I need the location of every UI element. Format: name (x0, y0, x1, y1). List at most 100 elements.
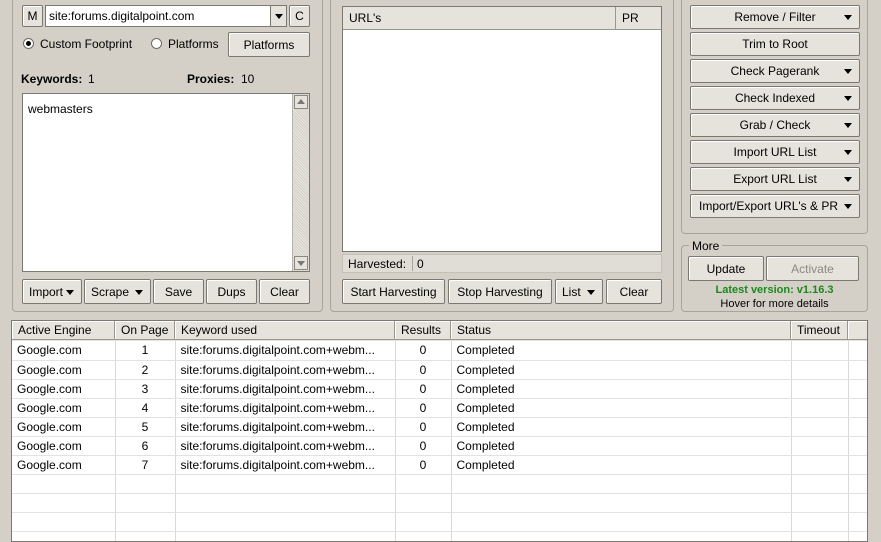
keywords-text: webmasters (28, 102, 93, 116)
url-column-label: URL's (349, 11, 382, 25)
col-header-label: Status (457, 323, 492, 337)
chevron-down-icon (844, 204, 852, 209)
col-header-status[interactable]: Status (451, 321, 791, 340)
engines-table[interactable]: Active Engine On Page Keyword used Resul… (11, 320, 868, 542)
trim-to-root-button[interactable]: Trim to Root (690, 32, 860, 56)
timeout-cell (791, 512, 849, 532)
col-header-on-page[interactable]: On Page (115, 321, 175, 340)
latest-version-text: Latest version: v1.16.3 (715, 284, 834, 296)
engine-cell: Google.com (12, 417, 116, 437)
table-row[interactable]: Google.com 7 site:forums.digitalpoint.com+… (12, 455, 867, 475)
stop-harvesting-button[interactable]: Stop Harvesting (448, 279, 552, 304)
engine-cell (12, 474, 116, 494)
start-harvesting-button[interactable]: Start Harvesting (342, 279, 445, 304)
timeout-cell (791, 455, 849, 475)
keyword-cell: site:forums.digitalpoint.com+webm... (175, 417, 396, 437)
table-row[interactable]: Google.com 2 site:forums.digitalpoint.com+… (12, 360, 867, 380)
dups-button[interactable]: Dups (206, 279, 257, 304)
status-cell: Completed (451, 341, 792, 361)
export-url-list-button[interactable]: Export URL List (690, 167, 860, 191)
import-export-urls-pr-label: Import/Export URL's & PR (699, 199, 838, 213)
scroll-down-button[interactable] (294, 256, 308, 270)
chevron-up-icon (297, 99, 305, 104)
check-indexed-button[interactable]: Check Indexed (690, 86, 860, 110)
keywords-textarea[interactable]: webmasters (22, 93, 310, 272)
results-cell (395, 531, 452, 541)
filler-cell (848, 474, 867, 494)
timeout-cell (791, 379, 849, 399)
page-cell (115, 493, 176, 513)
engine-cell: Google.com (12, 360, 116, 380)
col-header-label: Timeout (797, 323, 840, 337)
combobox-dropdown-button[interactable] (270, 6, 286, 26)
harvested-divider (412, 256, 413, 271)
keyword-cell: site:forums.digitalpoint.com+webm... (175, 360, 396, 380)
url-column-header[interactable]: URL's (343, 7, 616, 29)
remove-filter-button[interactable]: Remove / Filter (690, 5, 860, 29)
update-button[interactable]: Update (688, 256, 764, 281)
proxies-label: Proxies: (187, 72, 235, 86)
pr-column-header[interactable]: PR (616, 7, 661, 29)
empty-table-row (12, 474, 867, 494)
chevron-down-icon (275, 14, 283, 19)
col-header-timeout[interactable]: Timeout (791, 321, 848, 340)
export-url-list-label: Export URL List (733, 172, 817, 186)
col-header-active-engine[interactable]: Active Engine (12, 321, 115, 340)
chevron-down-icon (844, 96, 852, 101)
table-row[interactable]: Google.com 5 site:forums.digitalpoint.com+… (12, 417, 867, 437)
save-button[interactable]: Save (153, 279, 204, 304)
clear-urls-button[interactable]: Clear (606, 279, 662, 304)
clear-keywords-button[interactable]: Clear (259, 279, 310, 304)
remove-filter-label: Remove / Filter (734, 10, 816, 24)
pr-column-label: PR (622, 11, 639, 25)
platforms-button[interactable]: Platforms (228, 32, 310, 57)
chevron-down-icon (844, 123, 852, 128)
filler-cell (848, 360, 867, 380)
platforms-radio[interactable] (151, 38, 162, 49)
keyword-cell (175, 474, 396, 494)
scroll-up-button[interactable] (294, 95, 308, 109)
keywords-scrollbar[interactable] (292, 94, 309, 271)
table-row[interactable]: Google.com 6 site:forums.digitalpoint.com+… (12, 436, 867, 456)
platforms-radio-label: Platforms (168, 37, 219, 51)
import-export-urls-pr-button[interactable]: Import/Export URL's & PR (690, 194, 860, 218)
grab-check-button[interactable]: Grab / Check (690, 113, 860, 137)
filler-cell (848, 531, 867, 541)
urls-list[interactable]: URL's PR (342, 6, 662, 252)
import-url-list-label: Import URL List (733, 145, 817, 159)
c-button[interactable]: C (289, 5, 310, 27)
col-header-results[interactable]: Results (395, 321, 451, 340)
custom-footprint-radio[interactable] (23, 38, 34, 49)
col-header-label: Keyword used (181, 323, 258, 337)
page-cell (115, 512, 176, 532)
m-button[interactable]: M (22, 5, 43, 27)
import-button[interactable]: Import (22, 279, 82, 304)
harvested-bar: Harvested: 0 (342, 254, 662, 273)
check-pagerank-button[interactable]: Check Pagerank (690, 59, 860, 83)
results-cell: 0 (395, 417, 452, 437)
chevron-down-icon (844, 69, 852, 74)
harvested-label: Harvested: (348, 257, 407, 271)
engine-cell: Google.com (12, 436, 116, 456)
status-cell (451, 512, 792, 532)
engine-cell (12, 493, 116, 513)
results-cell (395, 493, 452, 513)
page-cell: 2 (115, 360, 176, 380)
results-cell: 0 (395, 341, 452, 361)
status-cell: Completed (451, 398, 792, 418)
filler-cell (848, 455, 867, 475)
table-row[interactable]: Google.com 1 site:forums.digitalpoint.com+… (12, 341, 867, 361)
col-header-label: Results (401, 323, 442, 337)
activate-button[interactable]: Activate (766, 256, 859, 281)
col-header-keyword-used[interactable]: Keyword used (175, 321, 395, 340)
table-row[interactable]: Google.com 4 site:forums.digitalpoint.com+… (12, 398, 867, 418)
table-row[interactable]: Google.com 3 site:forums.digitalpoint.com+… (12, 379, 867, 399)
scrape-button[interactable]: Scrape (84, 279, 151, 304)
page-cell: 5 (115, 417, 176, 437)
col-header-label: Active Engine (18, 323, 92, 337)
list-button[interactable]: List (555, 279, 603, 304)
filler-cell (848, 379, 867, 399)
import-url-list-button[interactable]: Import URL List (690, 140, 860, 164)
hover-details-text: Hover for more details (720, 298, 829, 310)
footprint-query-combobox[interactable]: site:forums.digitalpoint.com (45, 5, 287, 27)
